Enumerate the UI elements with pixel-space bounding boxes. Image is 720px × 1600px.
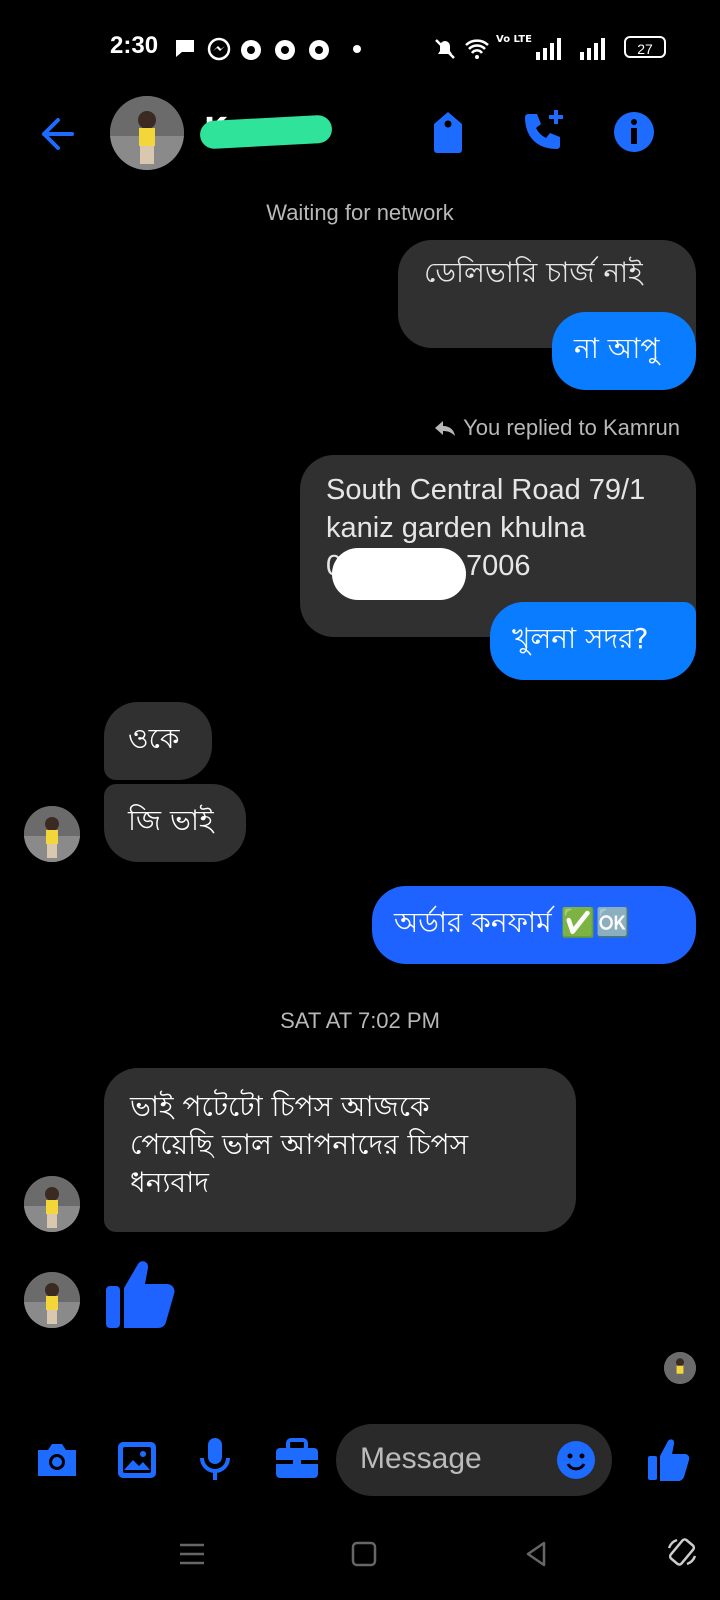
redaction-mark (332, 548, 466, 600)
like-icon[interactable] (646, 1436, 690, 1482)
thumbs-up-sticker[interactable] (104, 1254, 176, 1330)
mic-icon[interactable] (198, 1436, 232, 1484)
camera-icon[interactable] (34, 1440, 80, 1480)
message-bubble-incoming[interactable]: জি ভাই (104, 784, 246, 862)
contact-avatar[interactable] (110, 96, 184, 170)
message-text: অর্ডার কনফার্ম ✅🆗 (394, 906, 631, 939)
avatar-photo (24, 1272, 80, 1328)
phone-suffix: 7006 (466, 550, 531, 582)
reply-context: You replied to Kamrun (400, 415, 680, 441)
tag-icon[interactable] (430, 110, 466, 154)
mute-bell-icon (435, 39, 455, 59)
sender-avatar[interactable] (24, 1272, 80, 1328)
reply-context-text: You replied to Kamrun (463, 415, 680, 440)
sender-avatar[interactable] (24, 1176, 80, 1232)
back-nav-icon[interactable] (522, 1540, 550, 1568)
avatar-photo (110, 96, 184, 170)
avatar-photo (24, 806, 80, 862)
message-bubble-outgoing[interactable]: না আপু (552, 312, 696, 390)
avatar-photo (24, 1176, 80, 1232)
messenger-icon (207, 37, 231, 61)
message-text: না আপু (574, 332, 660, 365)
message-bubble-incoming[interactable]: ভাই পটেটো চিপস আজকে পেয়েছি ভাল আপনাদের … (104, 1068, 576, 1232)
timestamp: SAT AT 7:02 PM (280, 1008, 440, 1033)
phone-plus-icon[interactable] (520, 108, 568, 154)
briefcase-icon[interactable] (274, 1438, 320, 1480)
network-status: Waiting for network (266, 200, 454, 225)
message-bubble-outgoing[interactable]: খুলনা সদর? (490, 602, 696, 680)
app-notification-icon (309, 40, 329, 60)
message-text: খুলনা সদর? (512, 622, 649, 655)
address-line: South Central Road 79/1 (326, 474, 646, 506)
message-text: ওকে (128, 722, 180, 755)
status-time: 2:30 (110, 32, 159, 59)
app-notification-icon (275, 40, 295, 60)
message-text: জি ভাই (128, 804, 214, 837)
message-text: ভাই পটেটো চিপস আজকে পেয়েছি ভাল আপনাদের … (130, 1090, 469, 1199)
image-icon[interactable] (116, 1440, 158, 1480)
read-receipt-avatar (664, 1352, 696, 1384)
message-bubble-outgoing[interactable]: অর্ডার কনফার্ম ✅🆗 (372, 886, 696, 964)
app-notification-icon (241, 40, 261, 60)
avatar-photo (664, 1352, 696, 1384)
dot-icon (353, 45, 361, 53)
battery-indicator: 27 (624, 36, 666, 58)
rotate-screen-icon[interactable] (666, 1536, 698, 1568)
message-placeholder: Message (360, 1442, 482, 1475)
back-arrow-icon[interactable] (36, 114, 76, 154)
emoji-icon[interactable] (556, 1440, 596, 1480)
message-bubble-incoming[interactable]: ওকে (104, 702, 212, 780)
message-text: ডেলিভারি চার্জ নাই (424, 256, 643, 289)
volte-label: Vo LTE (496, 34, 532, 45)
sender-avatar[interactable] (24, 806, 80, 862)
signal-icon (536, 38, 561, 60)
home-nav-icon[interactable] (350, 1540, 378, 1568)
redaction-mark (199, 114, 333, 150)
address-line: kaniz garden khulna (326, 512, 586, 544)
reply-arrow-icon (435, 421, 456, 436)
signal-icon (580, 38, 605, 60)
chat-bubble-icon (176, 40, 194, 57)
wifi-icon (465, 39, 489, 59)
info-icon[interactable] (612, 110, 656, 154)
menu-nav-icon[interactable] (178, 1540, 206, 1568)
